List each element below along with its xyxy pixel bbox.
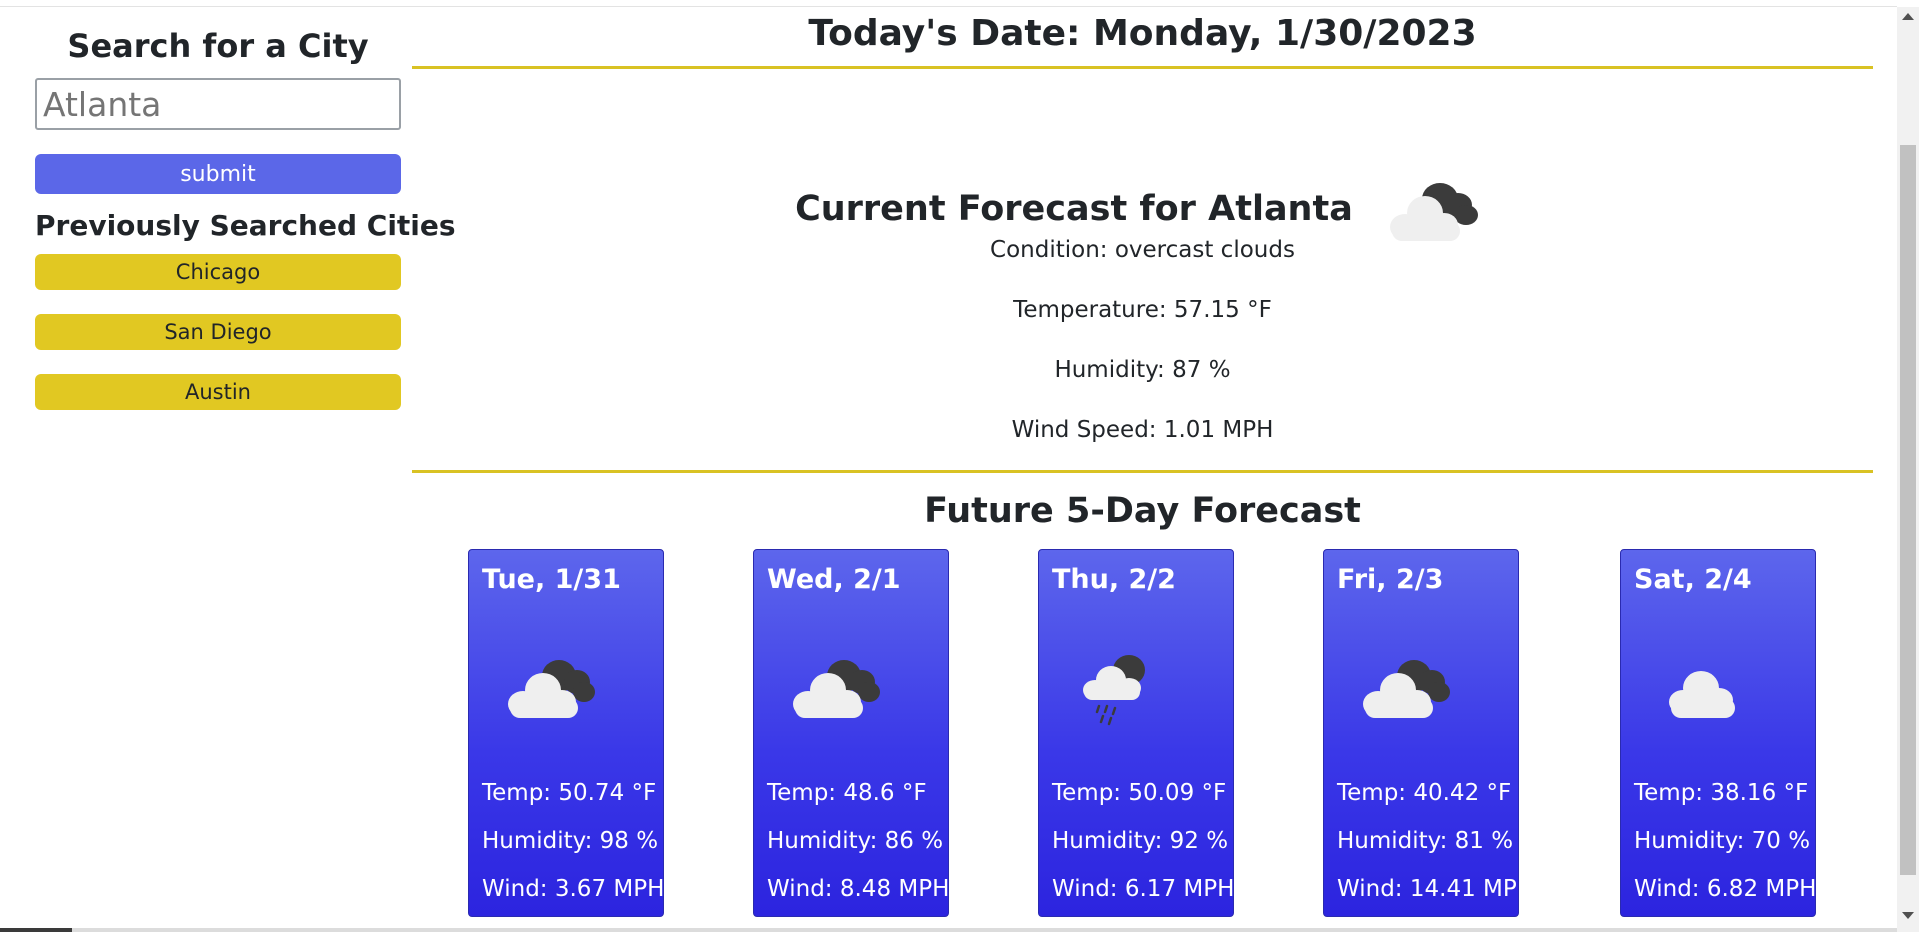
cloud-icon: [1669, 671, 1735, 718]
forecast-day: Fri, 2/3: [1337, 564, 1444, 595]
forecast-wind: Wind: 6.82 MPH: [1634, 876, 1817, 902]
current-forecast-title: Current Forecast for Atlanta: [795, 189, 1353, 229]
city-button-chicago[interactable]: Chicago: [35, 254, 401, 290]
current-condition: Condition: overcast clouds: [990, 237, 1295, 263]
rain-icon: [1083, 655, 1145, 726]
vertical-scrollbar[interactable]: [1897, 7, 1919, 932]
current-forecast-section: Current Forecast for Atlanta Condition: …: [412, 69, 1873, 470]
forecast-humidity: Humidity: 86 %: [767, 828, 944, 854]
forecast-humidity: Humidity: 81 %: [1337, 828, 1514, 854]
forecast-humidity: Humidity: 70 %: [1634, 828, 1811, 854]
search-heading: Search for a City: [67, 27, 369, 65]
city-search-input[interactable]: [35, 78, 401, 130]
broken-clouds-icon: [793, 660, 880, 718]
forecast-temp: Temp: 50.09 °F: [1052, 780, 1227, 806]
submit-button[interactable]: submit: [35, 154, 401, 194]
city-button-austin[interactable]: Austin: [35, 374, 401, 410]
scrollbar-thumb[interactable]: [1900, 145, 1916, 875]
city-button-san-diego[interactable]: San Diego: [35, 314, 401, 350]
todays-date-heading: Today's Date: Monday, 1/30/2023: [808, 13, 1477, 54]
forecast-temp: Temp: 38.16 °F: [1634, 780, 1809, 806]
forecast-wind: Wind: 3.67 MPH: [482, 876, 665, 902]
forecast-wind: Wind: 6.17 MPH: [1052, 876, 1235, 902]
forecast-cards: Tue, 1/31 Temp: 50.74 °F Humidity: 98 % …: [412, 549, 1873, 929]
forecast-day: Wed, 2/1: [767, 564, 901, 595]
previous-cities-list: Chicago San Diego Austin: [35, 254, 401, 410]
forecast-card-wed: Wed, 2/1 Temp: 48.6 °F Humidity: 86 % Wi…: [753, 549, 949, 917]
scroll-down-arrow-icon[interactable]: [1902, 912, 1914, 919]
forecast-card-sat: Sat, 2/4 Temp: 38.16 °F Humidity: 70 % W…: [1620, 549, 1816, 917]
forecast-card-fri: Fri, 2/3 Temp: 40.42 °F Humidity: 81 % W…: [1323, 549, 1534, 917]
horizontal-scrollbar-thumb[interactable]: [0, 928, 72, 932]
broken-clouds-icon: [1363, 660, 1450, 718]
forecast-temp: Temp: 40.42 °F: [1337, 780, 1512, 806]
forecast-day: Sat, 2/4: [1634, 564, 1752, 595]
forecast-wind: Wind: 8.48 MPH: [767, 876, 950, 902]
forecast-card-tue: Tue, 1/31 Temp: 50.74 °F Humidity: 98 % …: [468, 549, 664, 917]
forecast-temp: Temp: 50.74 °F: [482, 780, 657, 806]
forecast-humidity: Humidity: 98 %: [482, 828, 659, 854]
forecast-day: Tue, 1/31: [482, 564, 621, 595]
forecast-humidity: Humidity: 92 %: [1052, 828, 1229, 854]
current-wind-speed: Wind Speed: 1.01 MPH: [1011, 417, 1274, 443]
horizontal-scrollbar[interactable]: [0, 928, 1897, 932]
broken-clouds-icon: [508, 660, 595, 718]
previous-cities-heading: Previously Searched Cities: [35, 209, 456, 242]
sidebar: Search for a City submit Previously Sear…: [35, 22, 456, 410]
current-temperature: Temperature: 57.15 °F: [1013, 297, 1272, 323]
forecast-card-thu: Thu, 2/2 Temp: 50.09 °F Humidity: 92 % W…: [1038, 549, 1234, 917]
forecast-day: Thu, 2/2: [1052, 564, 1176, 595]
main-content: Today's Date: Monday, 1/30/2023 Current …: [412, 0, 1873, 929]
future-forecast-heading: Future 5-Day Forecast: [924, 491, 1361, 531]
current-humidity: Humidity: 87 %: [1054, 357, 1231, 383]
forecast-temp: Temp: 48.6 °F: [767, 780, 927, 806]
scroll-up-arrow-icon[interactable]: [1902, 13, 1914, 20]
forecast-wind: Wind: 14.41 MPH: [1337, 876, 1535, 902]
